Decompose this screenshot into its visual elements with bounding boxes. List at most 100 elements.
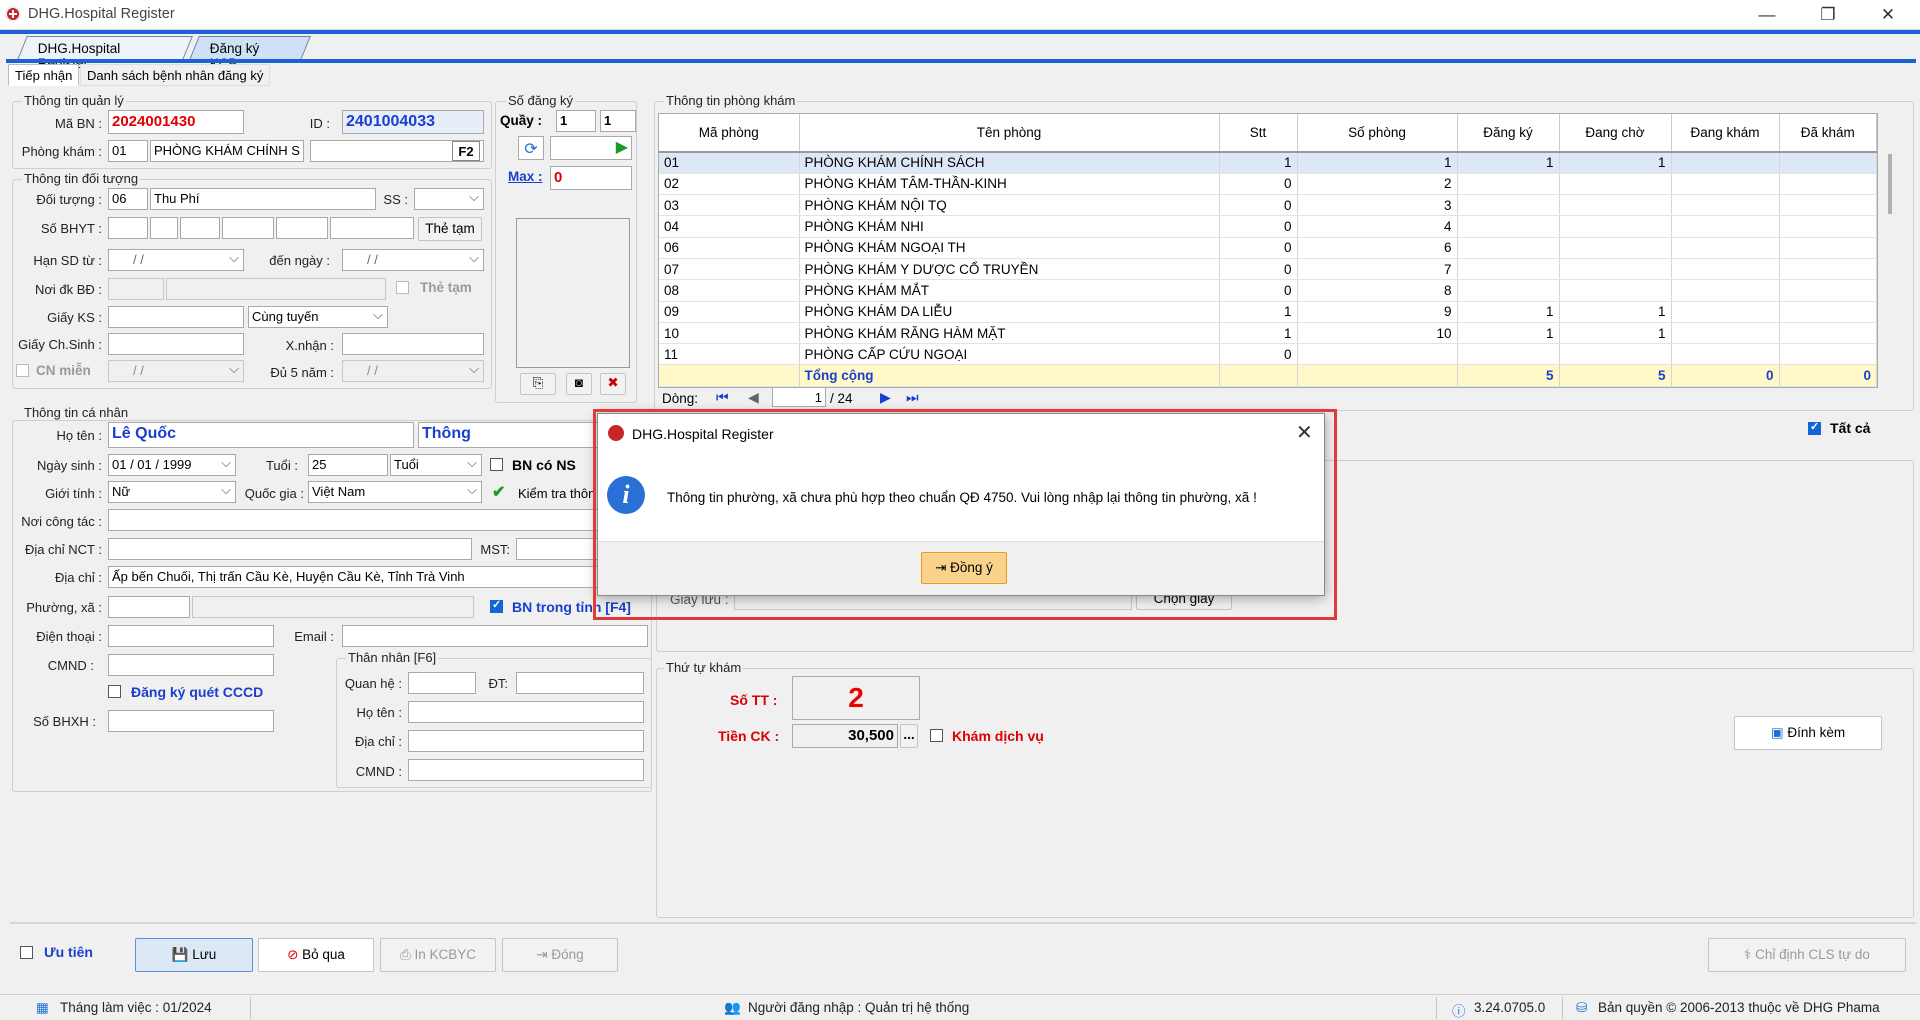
dang-ky-quet-cccd-checkbox[interactable] [108,685,121,698]
quay-spin-2[interactable]: 1 [600,110,636,132]
bhyt-part-1[interactable] [108,217,148,239]
the-tam-button[interactable]: Thẻ tạm [418,217,482,241]
max-field[interactable]: 0 [550,166,632,190]
ma-bn-field[interactable]: 2024001430 [108,110,244,134]
bhyt-part-3[interactable] [180,217,220,239]
col-header[interactable]: Tên phòng [799,114,1220,153]
phong-kham-code[interactable]: 01 [108,140,148,162]
bn-co-ns-checkbox[interactable] [490,458,503,471]
kham-dich-vu-checkbox[interactable] [930,729,943,742]
ss-select[interactable] [414,188,484,210]
noi-dk-code[interactable] [108,278,164,300]
page-field[interactable]: 1 [772,387,826,407]
doi-tuong-code[interactable]: 06 [108,188,148,210]
refresh-icon[interactable]: ⟳ [518,136,544,160]
than-nhan-dia-chi-field[interactable] [408,730,644,752]
giay-ch-sinh-field[interactable] [108,333,244,355]
prev-page-icon[interactable]: ◀ [748,389,759,406]
play-icon[interactable]: ▶ [616,137,628,157]
x-nhan-field[interactable] [342,333,484,355]
dia-chi-nct-field[interactable] [108,538,472,560]
cn-mien-date[interactable]: / / [108,360,244,382]
the-tam-checkbox[interactable] [396,281,409,294]
table-scrollbar[interactable] [1888,154,1892,214]
quay-spin-1[interactable]: 1 [556,110,596,132]
ho-field[interactable]: Lê Quốc [108,422,414,448]
ngay-sinh-field[interactable]: 01 / 01 / 1999 [108,454,236,476]
phuong-xa-code[interactable] [108,596,190,618]
table-row[interactable]: 06 PHÒNG KHÁM NGOẠI TH 0 6 [659,237,1877,259]
noi-cong-tac-field[interactable] [108,509,648,531]
last-page-icon[interactable]: ⏭ [906,389,919,406]
close-button[interactable]: ✕ [1874,4,1902,26]
table-row[interactable]: 02 PHÒNG KHÁM TÂM-THẦN-KINH 0 2 [659,173,1877,196]
col-header[interactable]: Mã phòng [659,114,800,153]
table-row[interactable]: 08 PHÒNG KHÁM MẮT 0 8 [659,279,1877,302]
so-dang-ky-field[interactable]: ▶ [550,136,632,160]
col-header[interactable]: Số phòng [1297,114,1458,153]
bhyt-part-2[interactable] [150,217,178,239]
tat-ca-checkbox[interactable] [1808,420,1821,435]
bhyt-part-6[interactable] [330,217,414,239]
dinh-kem-button[interactable]: ▣ Đính kèm [1734,716,1882,750]
cn-mien-checkbox[interactable] [16,364,29,377]
han-sd-den-date[interactable]: / / [342,249,484,271]
f2-button[interactable]: F2 [452,141,480,161]
table-row[interactable]: 09 PHÒNG KHÁM DA LIỄU 1 9 1 1 [659,301,1877,323]
table-row[interactable]: 04 PHÒNG KHÁM NHI 0 4 [659,215,1877,238]
giay-ks-field[interactable] [108,306,244,328]
phuong-xa-name[interactable] [192,596,474,618]
tuoi-unit-select[interactable]: Tuổi [390,454,482,476]
tuyen-select[interactable]: Cùng tuyến [248,306,388,328]
max-link[interactable]: Max : [508,169,543,184]
table-row[interactable]: 11 PHÒNG CẤP CỨU NGOẠI 0 [659,343,1877,366]
table-row[interactable]: 07 PHÒNG KHÁM Y DƯỢC CỔ TRUYỀN 0 7 [659,258,1877,281]
doi-tuong-name[interactable]: Thu Phí [150,188,376,210]
phong-kham-name[interactable]: PHÒNG KHÁM CHÍNH S [150,140,304,162]
subtab-tiep-nhan[interactable]: Tiếp nhận [8,64,80,86]
gioi-tinh-select[interactable]: Nữ [108,481,236,503]
tab-dang-ky-kcb[interactable]: Đăng ký KCB [189,36,311,71]
tuoi-spin[interactable]: 25 [308,454,388,476]
dien-thoai-field[interactable] [108,625,274,647]
than-nhan-cmnd-field[interactable] [408,759,644,781]
camera-icon[interactable]: ⎘ [520,373,556,395]
bo-qua-button[interactable]: ⊘ Bỏ qua [258,938,374,972]
table-row[interactable]: 10 PHÒNG KHÁM RĂNG HÀM MẶT 1 10 1 1 [659,322,1877,345]
user-photo-icon[interactable]: ◙ [566,373,592,395]
col-header[interactable]: Đã khám [1779,114,1877,153]
so-bhxh-field[interactable] [108,710,274,732]
bhyt-part-5[interactable] [276,217,328,239]
subtab-danh-sach[interactable]: Danh sách bệnh nhân đăng ký [80,64,271,86]
dia-chi-field[interactable]: Ấp bến Chuối, Thị trấn Cầu Kè, Huyện Cầu… [108,566,648,588]
col-header[interactable]: Stt [1219,114,1298,153]
col-header[interactable]: Đang chờ [1559,114,1672,153]
cmnd-field[interactable] [108,654,274,676]
chi-dinh-cls-button[interactable]: ⚕ Chỉ định CLS tự do [1708,938,1906,972]
delete-photo-icon[interactable]: ✖ [600,373,626,395]
quoc-gia-select[interactable]: Việt Nam [308,481,482,503]
col-header[interactable]: Đang khám [1671,114,1780,153]
than-nhan-ho-ten-field[interactable] [408,701,644,723]
bhyt-part-4[interactable] [222,217,274,239]
tien-ck-more-button[interactable]: ... [900,724,918,748]
table-row[interactable]: 03 PHÒNG KHÁM NỘI TQ 0 3 [659,194,1877,217]
minimize-button[interactable]: — [1753,4,1781,26]
bn-trong-tinh-checkbox[interactable] [490,598,503,613]
noi-dk-name[interactable] [166,278,386,300]
table-row[interactable]: 01 PHÒNG KHÁM CHÍNH SÁCH 1 1 1 1 [659,152,1877,174]
tab-hospital-register[interactable]: DHG.Hospital Register [17,36,193,71]
in-kcbyc-button[interactable]: ⎙ In KCBYC [380,938,496,972]
email-field[interactable] [342,625,648,647]
kiem-tra-button[interactable]: Kiểm tra thôn [518,486,595,501]
dt-field[interactable] [516,672,644,694]
id-field[interactable]: 2401004033 [342,110,484,134]
next-page-icon[interactable]: ▶ [880,389,891,406]
dong-button[interactable]: ⇥ Đóng [502,938,618,972]
du-5-nam-date[interactable]: / / [342,360,484,382]
uu-tien-checkbox[interactable] [20,946,33,959]
luu-button[interactable]: 💾 Lưu [135,938,253,972]
col-header[interactable]: Đăng ký [1457,114,1560,153]
quan-he-field[interactable] [408,672,476,694]
maximize-button[interactable]: ❐ [1814,4,1842,26]
